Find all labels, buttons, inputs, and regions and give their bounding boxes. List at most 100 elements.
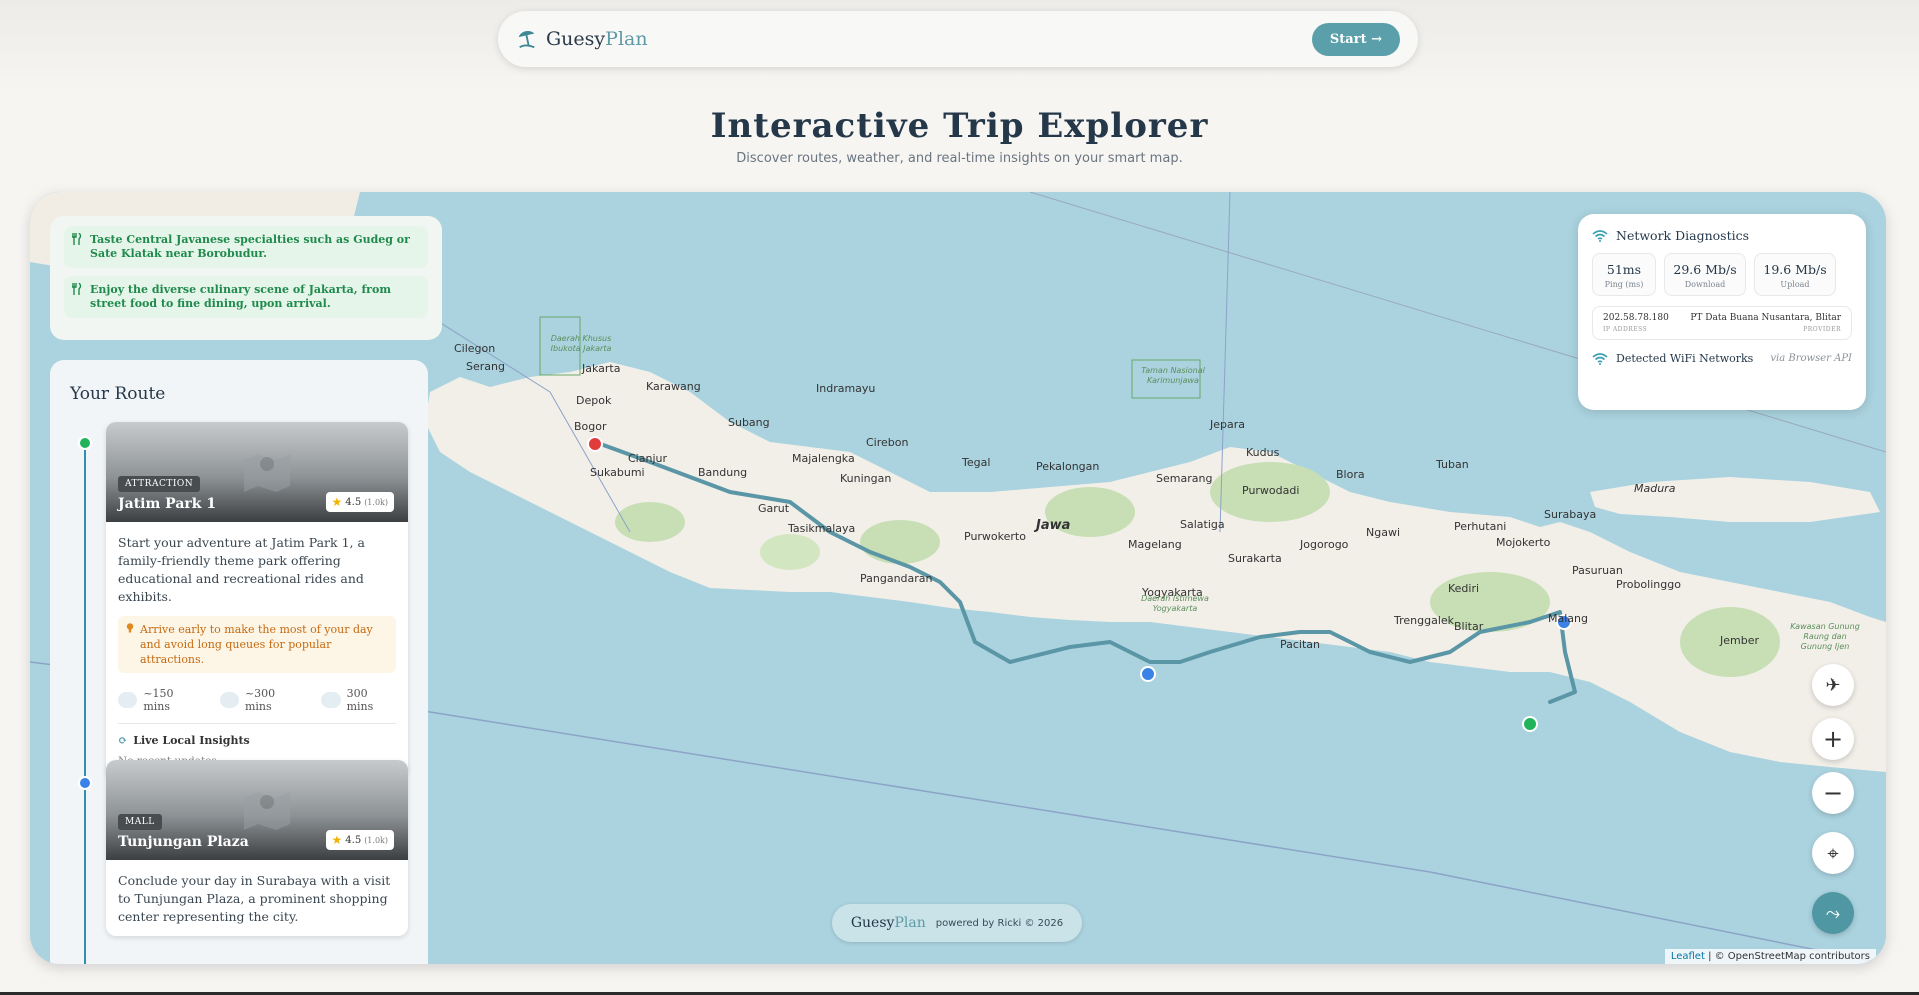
- car-time: ~300 mins: [219, 687, 304, 713]
- bike-time-value: ~150 mins: [143, 687, 174, 713]
- umbrella-beach-icon: [518, 30, 535, 49]
- leaflet-link[interactable]: Leaflet: [1671, 951, 1705, 962]
- map-city-label: Jakarta: [582, 362, 621, 375]
- map-city-label: Karawang: [646, 380, 701, 393]
- timeline-line: [84, 444, 86, 964]
- route-panel[interactable]: Your Route ATTRACTION Jatim Park 1 ★ 4.5…: [50, 360, 428, 964]
- star-icon: ★: [331, 833, 343, 847]
- locate-button[interactable]: ⌖: [1812, 832, 1854, 874]
- network-title: Network Diagnostics: [1616, 228, 1750, 243]
- rating-count: (1.0k): [364, 835, 388, 845]
- live-insights-header[interactable]: ⟳ Live Local Insights: [118, 734, 396, 747]
- map-city-label: Probolinggo: [1616, 578, 1681, 591]
- ping-label: Ping (ms): [1604, 280, 1644, 289]
- wifi-icon: [1592, 229, 1608, 242]
- stop-name: Tunjungan Plaza: [118, 834, 249, 850]
- wifi-networks-row[interactable]: Detected WiFi Networks via Browser API: [1592, 352, 1852, 365]
- map-city-label: Majalengka: [792, 452, 855, 465]
- page-subtitle: Discover routes, weather, and real-time …: [736, 151, 1183, 166]
- map-city-label: Jepara: [1210, 418, 1245, 431]
- stop-name: Jatim Park 1: [118, 496, 217, 512]
- rating-value: 4.5: [345, 834, 362, 846]
- transport-times: ~150 mins ~300 mins 300 mins: [118, 687, 396, 713]
- footer-brand: GuesyPlan: [851, 915, 926, 931]
- satellite-toggle-button[interactable]: ✈: [1812, 664, 1854, 706]
- wifi-source: via Browser API: [1770, 353, 1852, 364]
- map-city-label: Salatiga: [1180, 518, 1225, 531]
- map-city-label: Malang: [1548, 612, 1588, 625]
- divider: [118, 723, 396, 724]
- download-label: Download: [1684, 280, 1726, 289]
- fork-knife-icon: [72, 283, 82, 295]
- map-city-label: Kuningan: [840, 472, 892, 485]
- map-city-label: Magelang: [1128, 538, 1182, 551]
- stop-card[interactable]: MALL Tunjungan Plaza ★ 4.5 (1.0k) Conclu…: [106, 760, 408, 936]
- walk-icon: [321, 692, 341, 708]
- map-city-label: Mojokerto: [1496, 536, 1551, 549]
- route-title: Your Route: [70, 384, 166, 404]
- network-diagnostics-card: Network Diagnostics 51ms Ping (ms) 29.6 …: [1578, 214, 1866, 410]
- route-icon: ⤳: [1825, 902, 1841, 924]
- map-city-label: Jogorogo: [1300, 538, 1349, 551]
- map-protected-area-label: Kawasan Gunung Raung dan Gunung Ijen: [1790, 622, 1860, 651]
- brand-logo[interactable]: GuesyPlan: [516, 28, 648, 50]
- map-city-label: Tegal: [962, 456, 991, 469]
- map-city-label: Blora: [1336, 468, 1365, 481]
- map-city-label: Garut: [758, 502, 790, 515]
- zoom-out-button[interactable]: −: [1812, 772, 1854, 814]
- stop-description: Start your adventure at Jatim Park 1, a …: [118, 535, 365, 604]
- map-city-label: Pekalongan: [1036, 460, 1100, 473]
- walk-time-value: 300 mins: [346, 687, 374, 713]
- osm-attribution: | © OpenStreetMap contributors: [1708, 951, 1870, 962]
- map-city-label: Cirebon: [866, 436, 909, 449]
- stop-category-badge: MALL: [118, 814, 162, 830]
- map-protected-area-label: Taman Nasional Karimunjawa: [1141, 366, 1205, 385]
- stop-tip-text: Arrive early to make the most of your da…: [140, 623, 373, 666]
- map-city-label: Depok: [576, 394, 612, 407]
- download-metric: 29.6 Mb/s Download: [1664, 253, 1746, 296]
- start-button[interactable]: Start →: [1311, 22, 1400, 56]
- rating-badge: ★ 4.5 (1.0k): [325, 830, 394, 850]
- map-container[interactable]: Serang Jakarta Karawang Depok Bogor Subang Ind…: [30, 192, 1886, 964]
- brand-name-accent: Plan: [605, 28, 648, 50]
- map-city-label: Kudus: [1246, 446, 1280, 459]
- walk-time: 300 mins: [321, 687, 396, 713]
- locate-icon: ⌖: [1827, 841, 1839, 865]
- map-city-label: Purwokerto: [964, 530, 1026, 543]
- map-city-label: Kediri: [1448, 582, 1480, 595]
- ping-metric: 51ms Ping (ms): [1592, 253, 1656, 296]
- map-city-label: Subang: [728, 416, 770, 429]
- ip-label: IP ADDRESS: [1603, 326, 1648, 333]
- map-city-label: Semarang: [1156, 472, 1213, 485]
- page-title: Interactive Trip Explorer: [710, 106, 1209, 146]
- bike-time: ~150 mins: [118, 687, 202, 713]
- upload-value: 19.6 Mb/s: [1763, 262, 1827, 277]
- ip-provider-box: 202.58.78.180 IP ADDRESS PT Data Buana N…: [1592, 306, 1852, 340]
- map-city-label: Trenggalek: [1394, 614, 1455, 627]
- route-button[interactable]: ⤳: [1812, 892, 1854, 934]
- stop-category-badge: ATTRACTION: [118, 476, 201, 492]
- plus-icon: +: [1822, 725, 1844, 753]
- footer-powered: powered by Ricki © 2026: [935, 917, 1064, 929]
- top-navbar: GuesyPlan Start →: [498, 11, 1418, 67]
- map-city-label: Bogor: [574, 420, 607, 433]
- zoom-in-button[interactable]: +: [1812, 718, 1854, 760]
- provider-value: PT Data Buana Nusantara, Blitar: [1690, 313, 1841, 323]
- map-city-label: Purwodadi: [1242, 484, 1300, 497]
- tip-item: Enjoy the diverse culinary scene of Jaka…: [64, 276, 428, 318]
- map-city-label: Cilegon: [454, 342, 496, 355]
- wifi-icon: [1592, 352, 1608, 365]
- map-city-label: Pasuruan: [1572, 564, 1623, 577]
- map-city-label: Ngawi: [1366, 526, 1401, 539]
- map-city-label: Cianjur: [628, 452, 667, 465]
- timeline-dot-start: [78, 436, 92, 450]
- upload-label: Upload: [1780, 280, 1810, 289]
- star-icon: ★: [331, 495, 343, 509]
- map-city-label: Blitar: [1454, 620, 1484, 633]
- map-icon: [244, 454, 290, 492]
- car-icon: [219, 692, 239, 708]
- stop-card[interactable]: ATTRACTION Jatim Park 1 ★ 4.5 (1.0k) Sta…: [106, 422, 408, 777]
- footer-pill: GuesyPlan powered by Ricki © 2026: [832, 904, 1082, 942]
- tip-item: Taste Central Javanese specialties such …: [64, 226, 428, 268]
- satellite-icon: ✈: [1825, 674, 1841, 696]
